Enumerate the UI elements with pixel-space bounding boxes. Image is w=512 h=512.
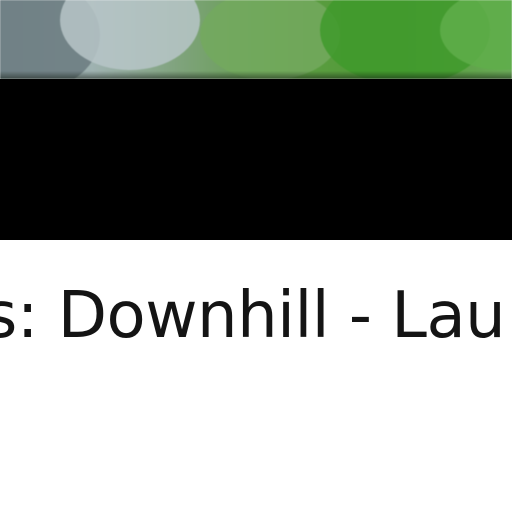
video-letterbox-band <box>0 79 512 240</box>
thumbnail-edge-shade <box>0 71 512 79</box>
page: s: Downhill - Lau <box>0 0 512 512</box>
video-title[interactable]: s: Downhill - Lau <box>0 278 506 354</box>
video-thumbnail[interactable] <box>0 0 512 79</box>
thumbnail-foliage <box>200 0 340 79</box>
